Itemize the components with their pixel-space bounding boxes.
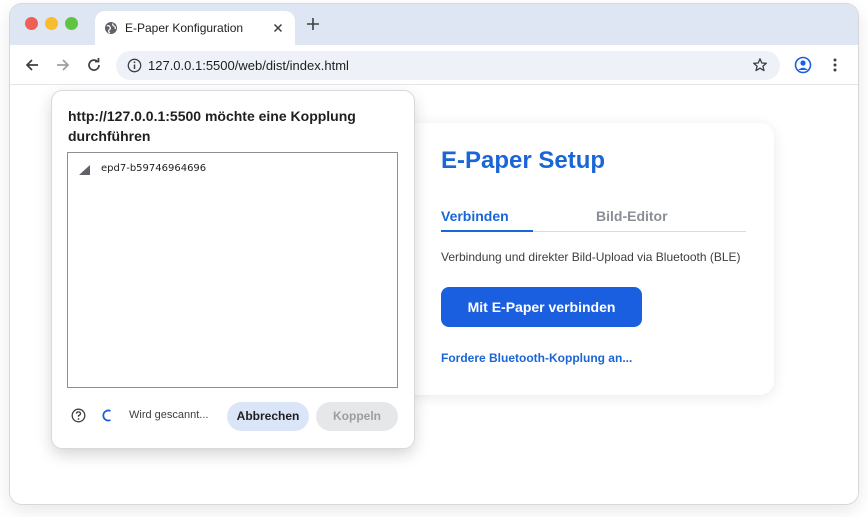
active-tab-indicator: [441, 230, 533, 232]
pairing-status-text: Fordere Bluetooth-Kopplung an...: [441, 351, 633, 365]
signal-strength-icon: [79, 165, 90, 175]
address-bar[interactable]: 127.0.0.1:5500/web/dist/index.html: [116, 51, 780, 80]
device-list[interactable]: epd7-b59746964696: [67, 152, 398, 388]
plus-icon[interactable]: [305, 16, 321, 32]
close-icon[interactable]: [271, 21, 285, 35]
scan-status: Wird gescannt...: [129, 409, 209, 421]
info-icon[interactable]: [127, 58, 142, 73]
tab-bar: Verbinden Bild-Editor: [441, 208, 746, 232]
setup-card: E-Paper Setup Verbinden Bild-Editor Verb…: [404, 123, 774, 395]
tab-bild-editor[interactable]: Bild-Editor: [596, 208, 668, 224]
profile-icon[interactable]: [794, 56, 812, 74]
device-name: epd7-b59746964696: [101, 163, 207, 174]
browser-toolbar: 127.0.0.1:5500/web/dist/index.html: [10, 45, 858, 85]
tab-title: E-Paper Konfiguration: [125, 21, 244, 35]
pair-button[interactable]: Koppeln: [316, 402, 398, 431]
back-icon[interactable]: [24, 57, 40, 73]
dialog-title: http://127.0.0.1:5500 möchte eine Kopplu…: [68, 108, 356, 144]
page-title: E-Paper Setup: [441, 147, 606, 174]
globe-icon: [105, 22, 117, 34]
maximize-window-button[interactable]: [65, 17, 78, 30]
connect-button[interactable]: Mit E-Paper verbinden: [441, 287, 642, 327]
url-text[interactable]: 127.0.0.1:5500/web/dist/index.html: [148, 58, 349, 73]
connection-description: Verbindung und direkter Bild-Upload via …: [441, 250, 741, 264]
bluetooth-pairing-dialog: http://127.0.0.1:5500 möchte eine Kopplu…: [52, 91, 414, 448]
close-window-button[interactable]: [25, 17, 38, 30]
browser-tab[interactable]: E-Paper Konfiguration: [95, 11, 295, 45]
more-icon[interactable]: [827, 57, 843, 73]
spinner-icon: [102, 409, 111, 422]
title-bar: E-Paper Konfiguration: [10, 4, 858, 45]
help-icon[interactable]: [71, 408, 86, 423]
reload-icon[interactable]: [86, 57, 102, 73]
forward-icon[interactable]: [55, 57, 71, 73]
minimize-window-button[interactable]: [45, 17, 58, 30]
tab-verbinden[interactable]: Verbinden: [441, 208, 509, 224]
cancel-button[interactable]: Abbrechen: [227, 402, 309, 431]
page-content: E-Paper Setup Verbinden Bild-Editor Verb…: [10, 86, 858, 504]
browser-window: E-Paper Konfiguration 127.0.0.1:5500/web…: [10, 4, 858, 504]
star-icon[interactable]: [752, 57, 768, 73]
